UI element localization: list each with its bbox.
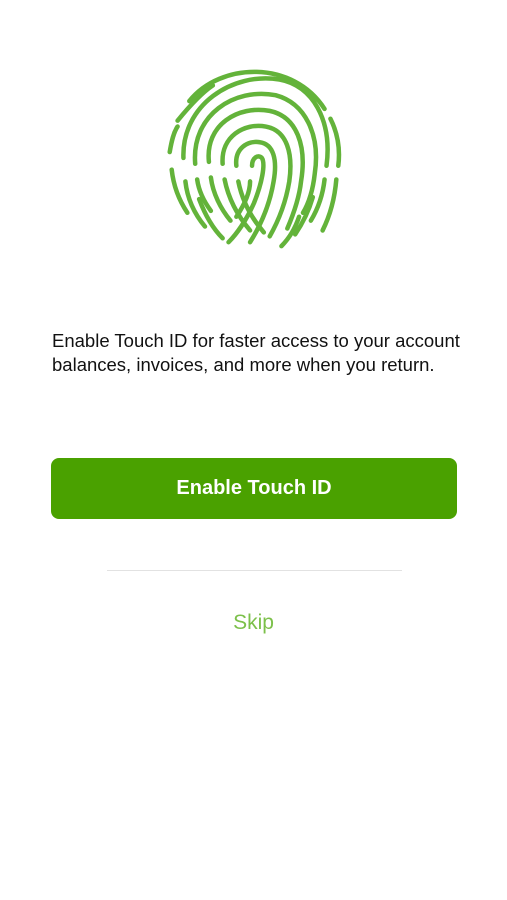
skip-button[interactable]: Skip bbox=[203, 606, 304, 640]
enable-touch-id-button[interactable]: Enable Touch ID bbox=[51, 458, 457, 519]
fingerprint-icon bbox=[156, 56, 352, 252]
divider bbox=[107, 570, 402, 571]
touch-id-description: Enable Touch ID for faster access to you… bbox=[52, 330, 460, 375]
